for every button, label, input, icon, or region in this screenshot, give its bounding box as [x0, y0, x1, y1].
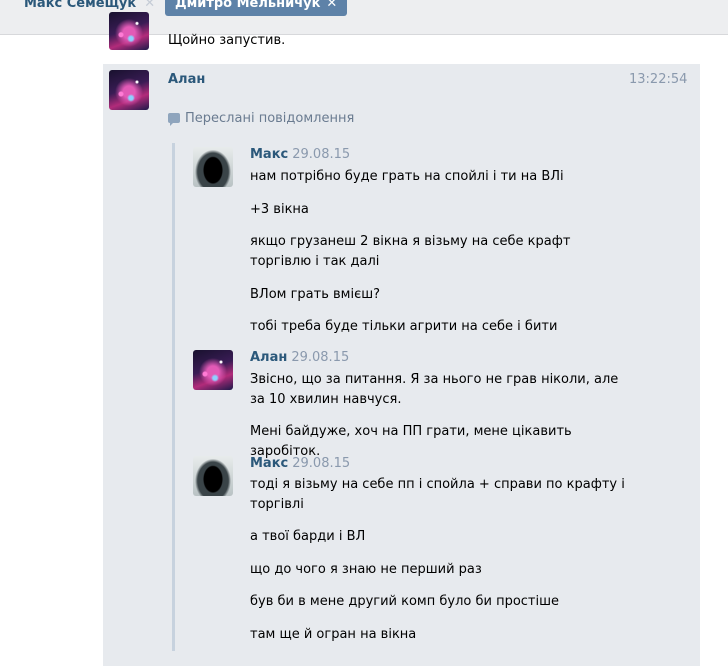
avatar[interactable] — [109, 70, 149, 110]
message-timestamp[interactable]: 13:22:54 — [629, 72, 687, 87]
author-link[interactable]: Макс — [250, 456, 288, 471]
dialog-tab-label: Макс Семещук — [24, 0, 137, 11]
message-date[interactable]: 29.08.15 — [292, 147, 350, 162]
message-text: а твої барди і ВЛ — [250, 529, 366, 544]
message-text: там ще й огран на вікна — [250, 627, 417, 642]
forwarded-quote-bar — [172, 143, 175, 651]
dialog-tab-label: Дмитро Мельничук — [175, 0, 321, 11]
message-text: тоді я візьму на себе пп і спойла + спра… — [250, 477, 625, 512]
close-icon[interactable]: ✕ — [326, 0, 337, 11]
message-text: ВЛом грать вмієш? — [250, 287, 381, 302]
forwarded-label: Переслані повідомлення — [185, 111, 355, 126]
avatar[interactable] — [109, 12, 149, 50]
message-text: що до чого я знаю не перший раз — [250, 562, 482, 577]
forwarded-message-header: Макс 29.08.15 — [250, 456, 350, 471]
message-text: був би в мене другий комп було би прості… — [250, 594, 560, 609]
author-link[interactable]: Алан — [168, 72, 205, 87]
message-text: +3 вікна — [250, 202, 309, 217]
dialog-tab-dmytro-active[interactable]: Дмитро Мельничук ✕ — [165, 0, 348, 16]
avatar[interactable] — [193, 456, 233, 496]
message-date[interactable]: 29.08.15 — [292, 456, 350, 471]
message-text: якщо грузанеш 2 вікна я візьму на себе к… — [250, 234, 571, 269]
avatar[interactable] — [193, 350, 233, 390]
message-date[interactable]: 29.08.15 — [291, 350, 349, 365]
forwarded-header: Переслані повідомлення — [168, 111, 354, 126]
forwarded-message-header: Макс 29.08.15 — [250, 147, 350, 162]
message-text: Звісно, що за питання. Я за нього не гра… — [250, 372, 619, 407]
message-text: тобі треба буде тільки агрити на себе і … — [250, 319, 558, 334]
message-text: нам потрібно буде грать на спойлі і ти н… — [250, 169, 564, 184]
author-link[interactable]: Алан — [250, 350, 287, 365]
speech-bubble-icon — [168, 113, 180, 126]
avatar[interactable] — [193, 147, 233, 187]
close-icon[interactable]: ✕ — [144, 0, 155, 11]
author-link[interactable]: Макс — [250, 147, 288, 162]
message-text: Щойно запустив. — [168, 33, 286, 48]
forwarded-message-header: Алан 29.08.15 — [250, 350, 349, 365]
